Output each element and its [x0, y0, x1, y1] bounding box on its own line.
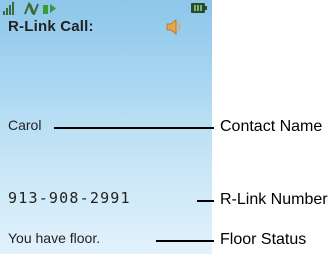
ptt-status-icon	[43, 4, 56, 14]
battery-icon	[191, 3, 207, 13]
network-status-icon	[24, 2, 39, 15]
contact-name-callout: Contact Name	[220, 118, 323, 135]
speaker-icon	[166, 19, 181, 35]
rlink-number-callout: R-Link Number	[220, 191, 328, 208]
status-bar	[3, 2, 209, 16]
floor-status-callout: Floor Status	[220, 231, 307, 248]
rlink-number: 913-908-2991	[8, 189, 131, 207]
contact-name-leader-line	[54, 127, 214, 129]
contact-name: Carol	[8, 117, 42, 133]
floor-status-leader-line	[156, 240, 214, 242]
rlink-number-leader-line	[197, 200, 214, 202]
call-title: R-Link Call:	[8, 18, 94, 35]
floor-status: You have floor.	[8, 230, 101, 246]
signal-strength-icon	[3, 2, 14, 15]
